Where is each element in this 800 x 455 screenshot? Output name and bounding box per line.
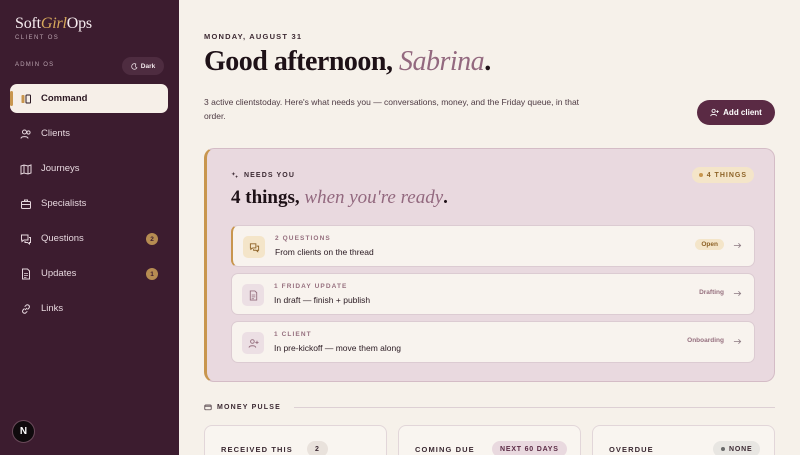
status-label: Drafting bbox=[699, 289, 724, 296]
user-avatar[interactable]: N bbox=[12, 420, 35, 443]
task-text: In pre-kickoff — move them along bbox=[274, 343, 401, 353]
needs-you-label: NEEDS YOU bbox=[231, 171, 295, 179]
link-icon bbox=[20, 303, 32, 315]
add-client-button[interactable]: Add client bbox=[697, 100, 775, 125]
sidebar-item-label: Clients bbox=[41, 128, 71, 139]
dark-mode-label: Dark bbox=[140, 62, 156, 70]
money-card-label: OVERDUE bbox=[609, 445, 654, 454]
money-card-pill[interactable]: 2 bbox=[307, 441, 328, 455]
page-title: Good afternoon, Sabrina. bbox=[204, 46, 491, 77]
sidebar-item-links[interactable]: Links bbox=[10, 294, 168, 323]
chat-bubbles-icon bbox=[243, 236, 265, 258]
add-client-label: Add client bbox=[723, 108, 762, 117]
document-icon bbox=[20, 268, 32, 280]
updates-count-badge: 1 bbox=[146, 268, 158, 280]
sidebar-item-questions[interactable]: Questions 2 bbox=[10, 224, 168, 253]
chat-icon bbox=[20, 233, 32, 245]
command-icon bbox=[20, 93, 32, 105]
user-plus-icon bbox=[710, 108, 719, 117]
money-card-overdue[interactable]: OVERDUE NONE bbox=[592, 425, 775, 455]
status-badge: Open bbox=[695, 239, 724, 250]
user-plus-icon bbox=[242, 332, 264, 354]
current-date: MONDAY, AUGUST 31 bbox=[204, 32, 303, 41]
task-questions[interactable]: 2 QUESTIONS From clients on the thread O… bbox=[231, 225, 755, 267]
sidebar-item-command[interactable]: Command bbox=[10, 84, 168, 113]
money-card-coming-due[interactable]: COMING DUE NEXT 60 DAYS bbox=[398, 425, 581, 455]
task-text: In draft — finish + publish bbox=[274, 295, 371, 305]
sidebar-item-label: Questions bbox=[41, 233, 84, 244]
brand-subtitle: CLIENT OS bbox=[15, 35, 60, 41]
needs-count-badge: 4 THINGS bbox=[691, 167, 754, 183]
sidebar-item-journeys[interactable]: Journeys bbox=[10, 154, 168, 183]
map-icon bbox=[20, 163, 32, 175]
needs-title: 4 things, when you're ready. bbox=[231, 187, 448, 208]
sidebar-nav: Command Clients Journeys Specialists Que… bbox=[10, 84, 168, 329]
moon-icon bbox=[131, 62, 138, 70]
task-text: From clients on the thread bbox=[275, 247, 374, 257]
money-card-received[interactable]: RECEIVED THIS 2 bbox=[204, 425, 387, 455]
task-kicker: 2 QUESTIONS bbox=[275, 235, 331, 242]
arrow-right-icon bbox=[733, 338, 742, 345]
money-card-pill: NEXT 60 DAYS bbox=[492, 441, 567, 455]
money-card-pill: NONE bbox=[713, 441, 761, 455]
task-client-onboarding[interactable]: 1 CLIENT In pre-kickoff — move them alon… bbox=[231, 321, 755, 363]
sidebar-item-clients[interactable]: Clients bbox=[10, 119, 168, 148]
brand-logo[interactable]: SoftGirlOps bbox=[15, 15, 92, 33]
dark-mode-toggle[interactable]: Dark bbox=[122, 57, 164, 75]
wallet-icon bbox=[204, 404, 212, 411]
task-friday-update[interactable]: 1 FRIDAY UPDATE In draft — finish + publ… bbox=[231, 273, 755, 315]
task-kicker: 1 FRIDAY UPDATE bbox=[274, 283, 348, 290]
user-name: Sabrina bbox=[399, 46, 485, 77]
sidebar-item-label: Command bbox=[41, 93, 88, 104]
status-label: Onboarding bbox=[687, 337, 724, 344]
sidebar-item-label: Specialists bbox=[41, 198, 87, 209]
sidebar: SoftGirlOps CLIENT OS ADMIN OS Dark Comm… bbox=[0, 0, 179, 455]
sidebar-item-label: Journeys bbox=[41, 163, 80, 174]
users-icon bbox=[20, 128, 32, 140]
sidebar-item-label: Updates bbox=[41, 268, 77, 279]
sidebar-item-label: Links bbox=[41, 303, 64, 314]
admin-label: ADMIN OS bbox=[15, 62, 55, 68]
document-icon bbox=[242, 284, 264, 306]
money-card-label: RECEIVED THIS bbox=[221, 445, 293, 454]
arrow-right-icon bbox=[733, 242, 742, 249]
needs-you-panel: NEEDS YOU 4 THINGS 4 things, when you're… bbox=[204, 148, 775, 382]
page-summary: 3 active clientstoday. Here's what needs… bbox=[204, 97, 580, 121]
briefcase-icon bbox=[20, 198, 32, 210]
questions-count-badge: 2 bbox=[146, 233, 158, 245]
sparkle-icon bbox=[231, 171, 239, 179]
main-content: MONDAY, AUGUST 31 Good afternoon, Sabrin… bbox=[179, 0, 800, 455]
sidebar-item-specialists[interactable]: Specialists bbox=[10, 189, 168, 218]
sidebar-item-updates[interactable]: Updates 1 bbox=[10, 259, 168, 288]
money-pulse-label: MONEY PULSE bbox=[204, 403, 281, 411]
arrow-right-icon bbox=[733, 290, 742, 297]
divider bbox=[294, 407, 775, 408]
task-kicker: 1 CLIENT bbox=[274, 331, 312, 338]
money-card-label: COMING DUE bbox=[415, 445, 475, 454]
